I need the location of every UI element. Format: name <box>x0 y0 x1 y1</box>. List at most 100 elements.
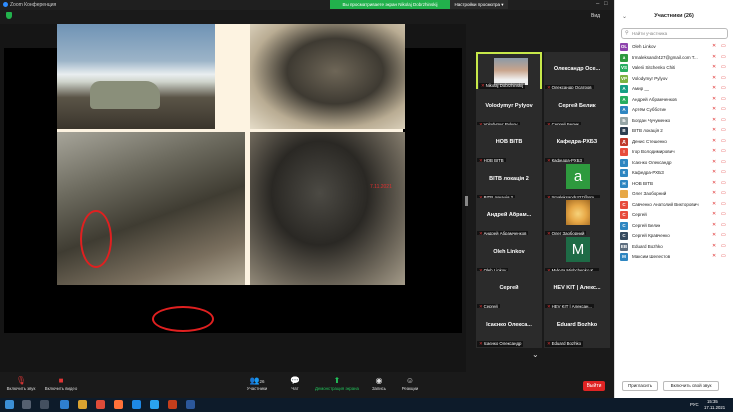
participant-name: trmaleksandr427@gmail.com T... <box>632 54 698 60</box>
muted-mic-icon: ✕ <box>712 106 717 112</box>
participant-name: Савченко Анатолий Викторович <box>632 201 699 207</box>
video-tile[interactable]: ✕Олег Заоборний <box>544 198 610 238</box>
participant-row[interactable]: A Амир __ ✕ ▭ <box>615 84 733 95</box>
video-tile[interactable]: Сергей Белик ✕Сергей Белик <box>544 88 610 129</box>
participant-name: Денис Стешенко <box>632 138 667 144</box>
video-tile[interactable]: a ✕trmaleksandr427@gm... <box>544 161 610 202</box>
video-tile[interactable]: HEV KIT | Алекс... ✕HEV KIT | Алексан... <box>544 271 610 311</box>
tile-caption: ✕Ісаєнко Олександр <box>477 340 524 347</box>
avatar: С <box>620 232 628 240</box>
video-tile[interactable]: Ісаєнко Олекса... ✕Ісаєнко Олександр <box>476 307 542 348</box>
muted-mic-icon: ✕ <box>712 74 717 81</box>
maximize-icon[interactable]: □ <box>604 1 608 7</box>
reactions-button[interactable]: ☺ Реакции <box>398 376 422 391</box>
windows-start-icon[interactable] <box>5 400 14 409</box>
chat-button[interactable]: 💬 Чат <box>285 376 305 391</box>
reactions-icon: ☺ <box>405 376 415 385</box>
firefox-icon[interactable] <box>114 400 123 409</box>
file-explorer-icon[interactable] <box>78 400 87 409</box>
participant-row[interactable]: А Андрей Абрамченков ✕ ▭ <box>615 95 733 106</box>
view-options-button[interactable]: Настройки просмотра ▾ <box>450 0 508 9</box>
participant-row[interactable]: М Максим Шелестов ✕ ▭ <box>615 252 733 263</box>
splitter-handle[interactable] <box>465 196 468 206</box>
zoom-taskbar-icon[interactable] <box>132 400 141 409</box>
tile-name: Ісаєнко Олекса... <box>486 321 532 328</box>
participants-button[interactable]: 👥26 Участники <box>243 376 271 391</box>
participant-name: ВІТВ локація 2 <box>632 128 663 133</box>
participant-row[interactable]: a trmaleksandr427@gmail.com T... ✕ ▭ <box>615 53 733 64</box>
participant-name: Сергей Кравченко <box>632 233 670 238</box>
participant-row[interactable]: А Артём Субботин ✕ ▭ <box>615 105 733 116</box>
unmute-self-button[interactable]: Включить свой звук <box>663 381 719 391</box>
edge-icon[interactable] <box>60 400 69 409</box>
video-off-icon: ▭ <box>721 64 726 70</box>
invite-button[interactable]: Пригласить <box>622 381 658 391</box>
video-off-icon: ▭ <box>721 116 726 123</box>
video-off-icon: ▭ <box>721 137 726 144</box>
start-video-button[interactable]: ■ Включить видео <box>42 376 80 391</box>
video-off-icon: ▭ <box>721 200 726 207</box>
avatar: a <box>620 53 628 62</box>
participant-row[interactable]: С Савченко Анатолий Викторович ✕ ▭ <box>615 200 733 211</box>
muted-mic-icon: ✕ <box>712 242 717 249</box>
avatar: Д <box>620 137 628 146</box>
search-icon[interactable] <box>22 400 31 409</box>
participant-row[interactable]: В ВІТВ локація 2 ✕ ▭ <box>615 126 733 137</box>
participant-row[interactable]: С Сергей ✕ ▭ <box>615 210 733 221</box>
participant-row[interactable]: OL Oleh Linkov ✕ ▭ <box>615 42 733 53</box>
chevron-down-icon[interactable]: ⌄ <box>532 350 539 359</box>
participant-row[interactable]: EB Eduard Bozhko ✕ ▭ <box>615 242 733 253</box>
participant-row[interactable]: І Ігор Володимирович ✕ ▭ <box>615 147 733 158</box>
telegram-icon[interactable] <box>150 400 159 409</box>
share-screen-icon: ⬆ <box>333 376 341 385</box>
task-view-icon[interactable] <box>40 400 49 409</box>
participant-row[interactable]: VP Volodymyr Pylyov ✕ ▭ <box>615 74 733 85</box>
participant-row[interactable]: С Сергей Белик ✕ ▭ <box>615 221 733 232</box>
leave-meeting-button[interactable]: Выйти <box>583 381 605 391</box>
participant-search-input[interactable]: ⚲ Найти участника <box>621 28 728 39</box>
participant-row[interactable]: Олег Заоборний ✕ ▭ <box>615 189 733 200</box>
unmute-button[interactable]: 🎙 Включить звук <box>4 376 38 391</box>
video-tile[interactable]: ВІТВ локація 2 ✕ВІТВ локація 2 <box>476 161 542 202</box>
security-shield-icon[interactable] <box>6 12 12 19</box>
muted-mic-icon: ✕ <box>712 190 717 196</box>
tile-name: ВІТВ локація 2 <box>489 175 529 182</box>
participant-name: Андрей Абрамченков <box>632 96 677 102</box>
video-tile[interactable]: Volodymyr Pylyov ✕Volodymyr Pylyov <box>476 88 542 129</box>
muted-mic-icon: ✕ <box>712 148 717 154</box>
chrome-icon[interactable] <box>96 400 105 409</box>
participant-row[interactable]: Н НОВ ВІТВ ✕ ▭ <box>615 179 733 190</box>
avatar: VP <box>620 74 628 83</box>
video-tile[interactable]: Олександр Осе... ✕Олександр Осатров <box>544 52 610 92</box>
avatar: С <box>620 211 628 219</box>
video-tile[interactable]: M ✕Mykyta Mishchenko K... <box>544 234 610 275</box>
participant-row[interactable]: С Сергей Кравченко ✕ ▭ <box>615 231 733 242</box>
participant-row[interactable]: Д Денис Стешенко ✕ ▭ <box>615 137 733 148</box>
muted-mic-icon: ✕ <box>479 340 483 346</box>
video-tile[interactable]: Eduard Bozhko ✕Eduard Bozhko <box>544 307 610 348</box>
muted-mic-icon: ✕ <box>712 116 717 123</box>
share-screen-button[interactable]: ⬆ Демонстрация экрана <box>313 376 361 391</box>
meeting-toolbar <box>0 372 614 398</box>
video-tile[interactable]: Сергей ✕Сергей <box>476 271 542 311</box>
video-tile[interactable]: Андрей Абрам... ✕Андрей Абрамченков <box>476 198 542 238</box>
video-tile[interactable]: НОВ ВІТВ ✕НОВ ВІТВ <box>476 125 542 165</box>
word-icon[interactable] <box>186 400 195 409</box>
video-tile[interactable]: ✕Nikolaj Dobrzhinskij <box>476 52 542 92</box>
minimize-icon[interactable]: – <box>596 1 599 7</box>
view-button[interactable]: Вид <box>591 13 600 19</box>
participant-row[interactable]: VS Valerii Sitchenko Chiti ✕ ▭ <box>615 63 733 74</box>
meeting-top-bar <box>0 10 614 24</box>
video-off-icon: ▭ <box>721 158 726 165</box>
tray-language[interactable]: РУС <box>690 402 699 407</box>
participant-row[interactable]: К Кафедра-РХБЗ ✕ ▭ <box>615 168 733 179</box>
participant-name: Амир __ <box>632 86 650 91</box>
participant-row[interactable]: І Ісаєнко Олександр ✕ ▭ <box>615 158 733 169</box>
record-button[interactable]: ◉ Запись <box>368 376 390 391</box>
video-tile[interactable]: Oleh Linkov ✕Oleh Linkov <box>476 234 542 275</box>
video-tile[interactable]: Кафедра-РХБЗ ✕Кафедра-РХБЗ <box>544 125 610 165</box>
powerpoint-icon[interactable] <box>168 400 177 409</box>
video-off-icon: ▭ <box>721 242 726 249</box>
muted-mic-icon: ✕ <box>712 53 717 60</box>
participant-row[interactable]: Б Богдан Чучуменко ✕ ▭ <box>615 116 733 127</box>
